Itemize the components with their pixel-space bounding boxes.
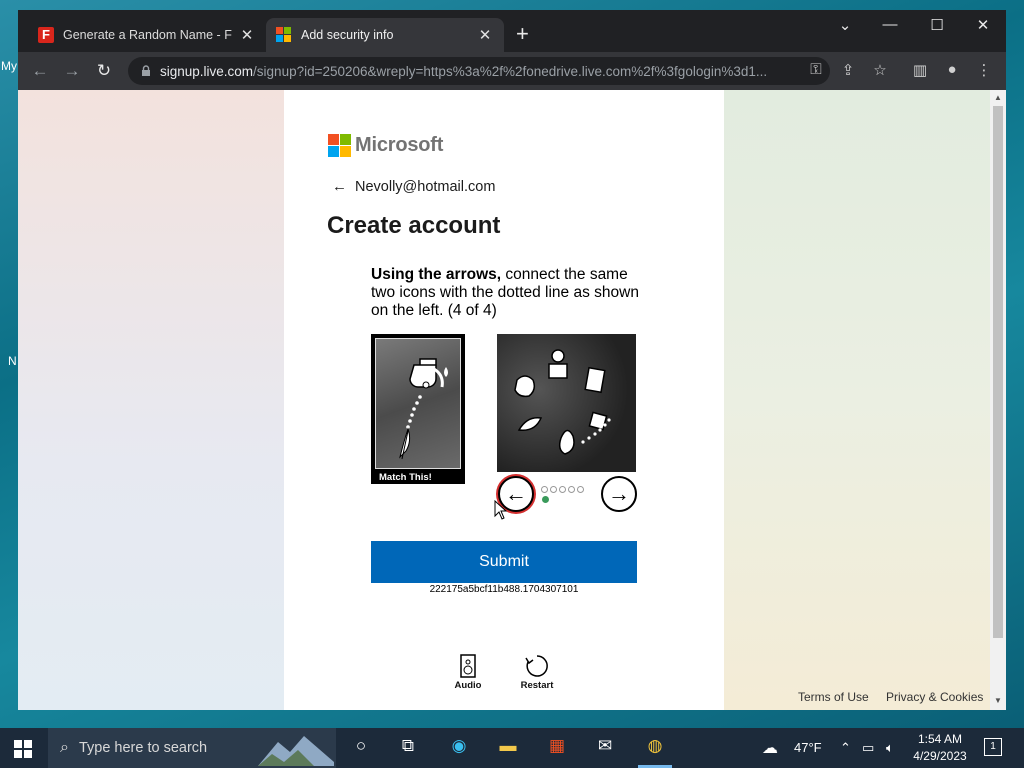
file-explorer-icon[interactable]: ▬: [495, 736, 521, 760]
address-bar[interactable]: signup.live.com/signup?id=250206&wreply=…: [128, 57, 830, 85]
desktop-icon-label[interactable]: N: [8, 354, 17, 368]
forward-icon[interactable]: →: [61, 61, 83, 81]
reference-picture: [375, 338, 461, 469]
weather-temperature[interactable]: 47°F: [794, 740, 822, 755]
background-panel: [18, 90, 284, 710]
search-icon: ⌕: [60, 739, 69, 756]
watering-can-wheat-icon: [399, 358, 448, 460]
volume-icon[interactable]: 🔈︎: [886, 740, 894, 756]
taskbar: ⌕ Type here to search ○ ⧉ ◉ ▬ ▦ ✉ ◍ ☁ 47…: [0, 728, 1024, 768]
arrow-right-icon: →: [608, 481, 630, 506]
tab-search-dropdown-icon[interactable]: ⌄: [825, 16, 865, 34]
captcha-reference-image: Match This!: [371, 334, 465, 484]
search-highlight-mountain-icon: [258, 736, 334, 766]
key-icon[interactable]: ⚿: [805, 61, 827, 78]
carousel-dot: [568, 486, 575, 493]
edge-icon[interactable]: ◉: [446, 736, 472, 760]
profile-icon[interactable]: ●: [941, 61, 963, 78]
taskbar-search[interactable]: ⌕ Type here to search: [48, 728, 336, 768]
close-tab-icon[interactable]: ✕: [238, 26, 256, 44]
chrome-icon[interactable]: ◍: [642, 736, 668, 760]
menu-icon[interactable]: ⋮: [973, 61, 995, 79]
email-label: Nevolly@hotmail.com: [355, 178, 496, 195]
tab-title: Add security info: [301, 28, 394, 42]
minimize-button[interactable]: —: [870, 16, 910, 33]
reload-icon[interactable]: ↻: [93, 61, 115, 81]
privacy-cookies-link[interactable]: Privacy & Cookies: [886, 690, 983, 704]
captcha-choice-image: [497, 334, 636, 472]
carousel-progress-dot: [542, 496, 549, 503]
carousel-dots: [541, 486, 584, 493]
back-icon[interactable]: ←: [29, 61, 51, 81]
new-tab-button[interactable]: +: [516, 23, 529, 45]
captcha-icons-cluster: [514, 349, 611, 455]
tab-fake-name[interactable]: F Generate a Random Name - Fake ✕: [28, 18, 266, 52]
page-title: Create account: [327, 212, 501, 239]
mouse-cursor-icon: [494, 500, 508, 520]
browser-toolbar: ← → ↻ signup.live.com/signup?id=250206&w…: [18, 52, 1006, 90]
speaker-icon: [460, 654, 476, 678]
chevron-up-icon[interactable]: ⌃: [840, 740, 851, 756]
match-label: Match This!: [379, 472, 432, 483]
system-clock[interactable]: 1:54 AM 4/29/2023: [910, 731, 970, 765]
carousel-dot: [541, 486, 548, 493]
fake-name-favicon-icon: F: [38, 27, 54, 43]
url-text: signup.live.com/signup?id=250206&wreply=…: [160, 63, 768, 79]
carousel-dot: [559, 486, 566, 493]
carousel-dot: [577, 486, 584, 493]
microsoft-logo-icon: [328, 134, 351, 157]
carousel-dot: [550, 486, 557, 493]
windows-start-icon[interactable]: [14, 740, 32, 758]
back-arrow-icon[interactable]: ←: [332, 178, 347, 195]
submit-button[interactable]: Submit: [371, 541, 637, 583]
lock-icon: [142, 65, 150, 76]
back-to-email[interactable]: ← Nevolly@hotmail.com: [332, 178, 495, 195]
network-icon[interactable]: ▭: [862, 740, 874, 756]
search-placeholder: Type here to search: [78, 740, 208, 756]
microsoft-store-icon[interactable]: ▦: [544, 736, 570, 760]
browser-window: F Generate a Random Name - Fake ✕ Add se…: [18, 10, 1006, 710]
share-icon[interactable]: ⇪: [837, 61, 859, 79]
scroll-down-icon[interactable]: ▼: [990, 696, 1006, 705]
session-token: 222175a5bcf11b488.1704307101: [429, 584, 579, 595]
next-arrow-button[interactable]: →: [601, 476, 637, 512]
weather-cloud-icon[interactable]: ☁: [762, 738, 778, 758]
notification-center-icon[interactable]: 1: [984, 738, 1002, 756]
scroll-up-icon[interactable]: ▲: [990, 93, 1006, 102]
restart-button[interactable]: Restart: [512, 654, 562, 691]
scrollbar-thumb[interactable]: [993, 106, 1003, 638]
restart-icon: [525, 655, 548, 677]
side-panel-icon[interactable]: ▥: [909, 61, 931, 79]
microsoft-logo: Microsoft: [328, 134, 443, 157]
clock-date: 4/29/2023: [913, 749, 967, 763]
page-viewport: Microsoft ← Nevolly@hotmail.com Create a…: [18, 90, 990, 710]
signup-card: Microsoft ← Nevolly@hotmail.com Create a…: [284, 90, 724, 710]
bookmark-star-icon[interactable]: ☆: [869, 61, 891, 79]
desktop-icon-label[interactable]: My: [1, 59, 17, 73]
close-window-button[interactable]: ✕: [963, 16, 1003, 34]
clock-time: 1:54 AM: [917, 732, 963, 746]
background-panel: [724, 90, 990, 710]
close-tab-icon[interactable]: ✕: [476, 26, 494, 44]
brand-name: Microsoft: [355, 134, 444, 156]
cortana-icon[interactable]: ○: [348, 736, 374, 760]
audio-button[interactable]: Audio: [443, 654, 493, 691]
page-scrollbar[interactable]: ▲ ▼: [990, 90, 1006, 710]
microsoft-favicon-icon: [276, 27, 292, 43]
tab-add-security-info[interactable]: Add security info ✕: [266, 18, 504, 52]
captcha-instructions: Using the arrows, connect the same two i…: [371, 266, 639, 319]
arrow-left-icon: ←: [505, 481, 527, 506]
maximize-button[interactable]: ☐: [917, 16, 957, 34]
mail-icon[interactable]: ✉: [592, 736, 618, 760]
tab-strip: F Generate a Random Name - Fake ✕ Add se…: [18, 10, 1006, 52]
tab-title: Generate a Random Name - Fake: [63, 28, 232, 42]
task-view-icon[interactable]: ⧉: [395, 736, 421, 760]
terms-of-use-link[interactable]: Terms of Use: [798, 690, 869, 704]
